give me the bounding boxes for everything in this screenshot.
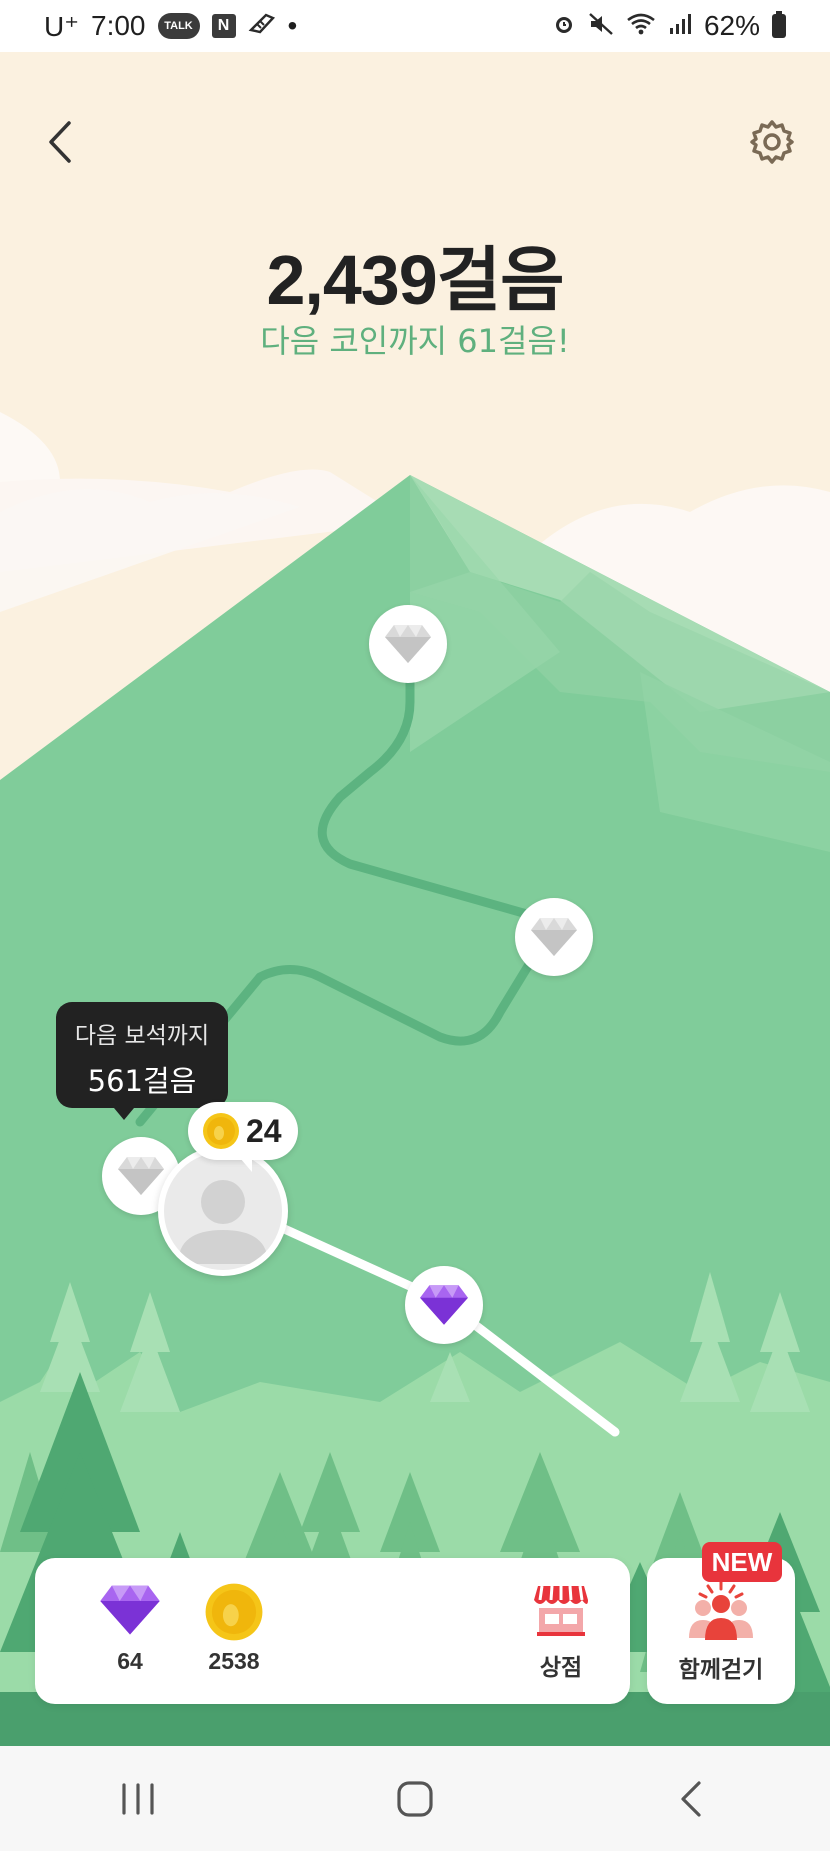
recent-apps-icon <box>122 1782 154 1815</box>
footprint-coin-icon <box>205 1583 263 1641</box>
inventory-card: 64 2538 상점 <box>35 1558 630 1704</box>
diamond-gray-icon <box>531 918 577 956</box>
tooltip-label: 다음 보석까지 <box>74 1023 210 1049</box>
gem-count: 64 <box>117 1648 143 1674</box>
notification-dot: • <box>287 10 298 41</box>
wifi-icon <box>626 12 656 41</box>
mute-icon <box>588 12 614 41</box>
naver-icon: N <box>211 14 236 38</box>
group-walk-icon <box>689 1580 753 1640</box>
tooltip-steps: 561걸음 <box>87 1064 197 1098</box>
user-placeholder-icon <box>178 1180 268 1264</box>
status-bar-right: 62% <box>552 10 786 42</box>
footprint-coin-icon <box>203 1113 239 1149</box>
gear-icon <box>750 120 794 164</box>
system-back-button[interactable] <box>632 1759 752 1839</box>
chevron-left-icon <box>49 121 71 163</box>
new-badge: NEW <box>702 1542 782 1582</box>
shop-label: 상점 <box>539 1654 583 1680</box>
alarm-icon <box>552 12 576 41</box>
next-gem-tooltip: 다음 보석까지 561걸음 <box>56 1002 228 1120</box>
shop-button[interactable]: 상점 <box>516 1582 606 1682</box>
step-map-scene: 2,439걸음 다음 코인까지 61걸음! 다음 보석까지 561걸음 24 6… <box>0 52 830 1746</box>
clock: 7:00 <box>91 10 146 41</box>
diamond-purple-icon <box>100 1585 160 1635</box>
battery-icon <box>772 11 786 38</box>
back-button[interactable] <box>30 112 90 172</box>
next-coin-subtitle: 다음 코인까지 61걸음! <box>260 322 570 360</box>
step-count-title: 2,439걸음 <box>266 241 565 319</box>
diamond-gray-icon <box>385 625 431 663</box>
home-icon <box>397 1780 433 1817</box>
milestone-gem-purple[interactable] <box>405 1266 483 1344</box>
milestone-gem-2[interactable] <box>515 898 593 976</box>
walk-together-label: 함께걷기 <box>678 1656 764 1682</box>
milestone-gem-1[interactable] <box>369 605 447 683</box>
carrier-label: U⁺ <box>44 10 79 42</box>
signal-icon <box>668 12 692 41</box>
talk-icon: TALK <box>157 13 200 39</box>
shoe-icon <box>248 12 276 41</box>
shop-icon <box>534 1585 588 1636</box>
status-bar-left: U⁺ 7:00 TALK N • <box>44 10 297 43</box>
diamond-purple-icon <box>420 1285 468 1325</box>
system-nav-bar <box>0 1746 830 1851</box>
coin-count: 2538 <box>208 1648 260 1674</box>
coin-count-bubble: 24 <box>188 1102 298 1172</box>
avatar[interactable] <box>158 1146 288 1276</box>
status-bar: U⁺ 7:00 TALK N • 62% <box>0 0 830 52</box>
settings-button[interactable] <box>742 112 802 172</box>
battery-percent: 62% <box>703 10 760 41</box>
coin-bubble-count: 24 <box>246 1112 282 1149</box>
recent-apps-button[interactable] <box>78 1759 198 1839</box>
diamond-gray-icon <box>118 1157 164 1195</box>
coin-stat[interactable]: 2538 <box>189 1582 279 1675</box>
gem-stat[interactable]: 64 <box>85 1582 175 1675</box>
home-button[interactable] <box>355 1759 475 1839</box>
back-arrow-icon <box>681 1780 701 1817</box>
